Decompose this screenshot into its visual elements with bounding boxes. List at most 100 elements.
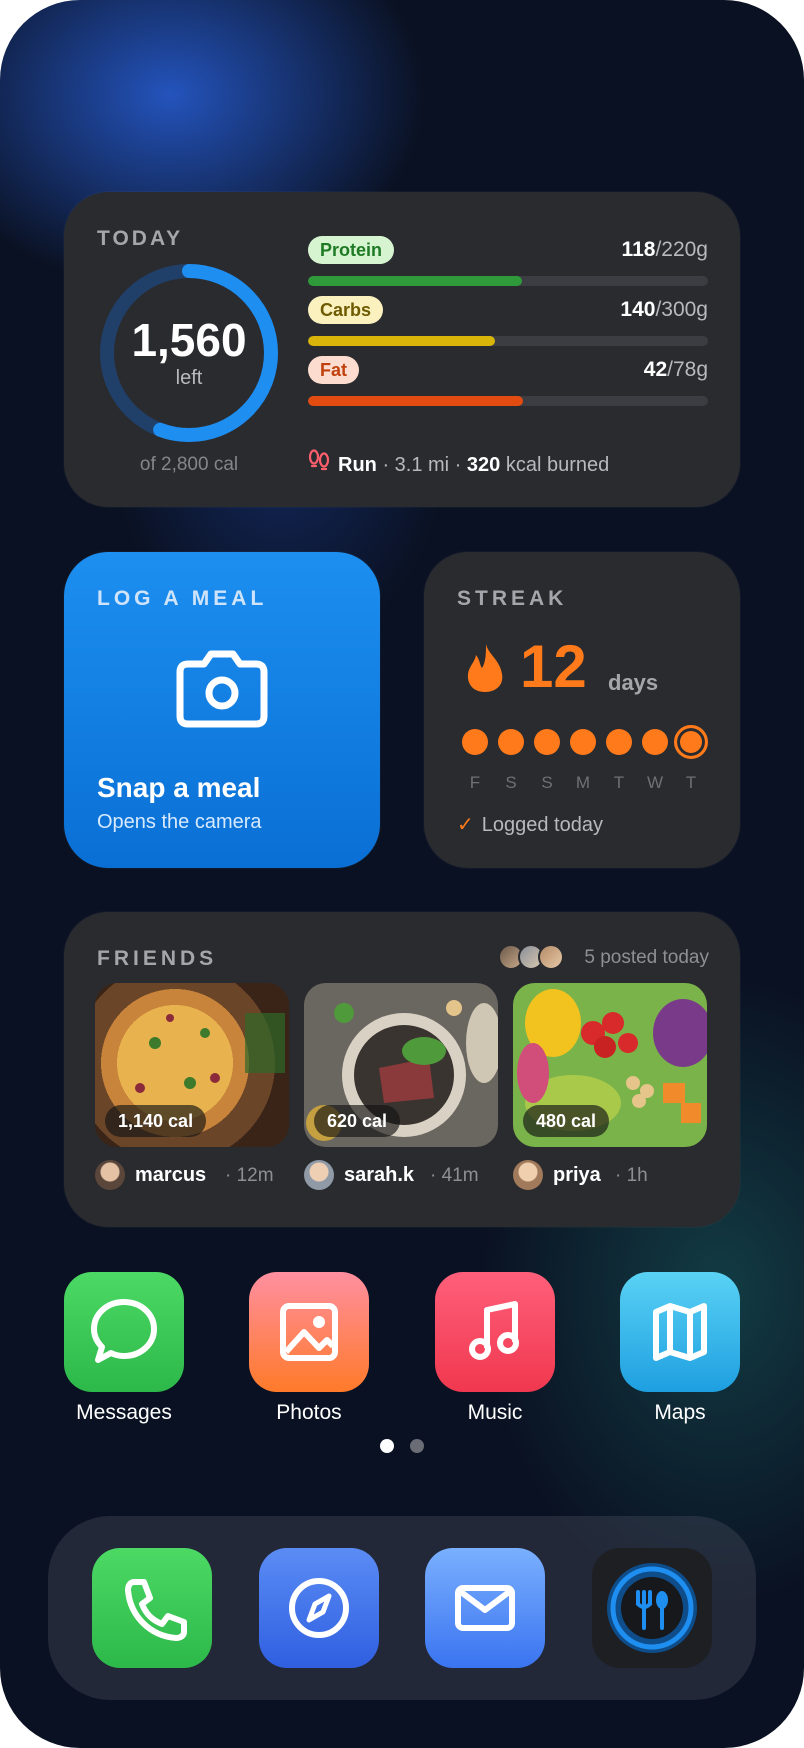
streak-day-label: S [541,773,553,792]
camera-icon [174,650,270,733]
streak-day-label: S [505,773,517,792]
streak-day-label: T [685,773,697,792]
macro-amount: 118/220g [621,238,708,261]
food-photo-pizza[interactable]: 1,140 cal [95,983,289,1147]
avatar [95,1160,125,1190]
friend-post-meta[interactable]: sarah.k · 41m [304,1160,498,1192]
macro-protein: Protein 118/220g [308,236,708,286]
app-label: Maps [654,1401,706,1424]
music-note-icon [469,1301,519,1360]
friend-post-time: · 1h [615,1165,648,1186]
macro-progress-fill [308,396,524,406]
streak-day-dot [462,729,488,755]
macro-progress-track [308,276,708,286]
friend-username: marcus [135,1164,207,1186]
streak-day-dot [606,729,632,755]
streak-label: STREAK [457,587,568,610]
streak-week: F S S M T W T [462,725,712,799]
calories-left-label: left [175,367,203,389]
macro-pill: Protein [308,236,395,264]
streak-day-label: F [469,773,481,792]
footprints-icon [308,449,330,482]
activity-name: Run [338,453,377,476]
friend-username: sarah.k [344,1164,415,1186]
messages-app-icon[interactable] [64,1272,184,1392]
phone-app-icon[interactable] [92,1548,212,1668]
streak-day-dot [498,729,524,755]
phone-icon [125,1579,187,1641]
mail-app-icon[interactable] [425,1548,545,1668]
friend-username: priya [553,1164,601,1186]
home-screen: TODAY 1,560 left of 2,800 cal Protein 11… [0,0,804,1748]
app-label: Music [467,1401,523,1424]
calorie-ring: 1,560 left [95,259,283,447]
maps-app-icon[interactable] [620,1272,740,1392]
friends-avatar-stack [498,944,566,970]
today-widget-label: TODAY [97,227,184,250]
macro-progress-track [308,396,708,406]
snap-meal-title: Snap a meal [97,772,261,803]
calorie-goal: of 2,800 cal [139,454,239,475]
friend-post-time: · 12m [225,1165,274,1186]
photo-icon [280,1303,338,1361]
food-tracker-app-icon[interactable] [592,1548,712,1668]
streak-day-dot [642,729,668,755]
map-icon [653,1303,707,1361]
streak-widget[interactable]: STREAK 12 days F S S M T W T ✓ Logged tod… [424,552,740,868]
food-photo-salad[interactable]: 480 cal [513,983,707,1147]
macro-progress-track [308,336,708,346]
mail-icon [455,1585,515,1631]
friend-post-meta[interactable]: marcus · 12m [95,1160,289,1192]
streak-day-label: T [613,773,625,792]
macro-progress-fill [308,336,495,346]
app-label: Photos [276,1401,342,1424]
log-meal-widget[interactable]: LOG A MEAL Snap a meal Opens the camera [64,552,380,868]
food-photo-steak[interactable]: 620 cal [304,983,498,1147]
macro-pill: Carbs [308,296,384,324]
macro-pill: Fat [308,356,359,384]
streak-day-dot [570,729,596,755]
streak-today-dot [674,725,708,759]
page-indicator-dot-active[interactable] [380,1439,394,1453]
activity-suffix: kcal burned [500,453,610,476]
friends-widget[interactable]: FRIENDS 5 posted today 1,140 cal 620 cal… [64,912,740,1227]
macro-amount: 140/300g [620,298,708,321]
page-indicator-dot[interactable] [410,1439,424,1453]
friends-posted-count: 5 posted today [584,947,709,968]
calories-left-value: 1,560 [131,314,247,366]
macro-progress-fill [308,276,523,286]
log-meal-label: LOG A MEAL [97,587,268,610]
photos-app-icon[interactable] [249,1272,369,1392]
food-calories-badge: 480 cal [523,1105,610,1137]
food-calories-badge: 1,140 cal [105,1105,207,1137]
activity-summary: Run · 3.1 mi · 320 kcal burned [308,449,728,479]
activity-distance: · 3.1 mi · [376,453,467,476]
streak-day-label: M [575,773,591,792]
activity-kcal: 320 [466,453,501,476]
streak-status: ✓ Logged today [457,814,603,836]
safari-app-icon[interactable] [259,1548,379,1668]
message-bubble-icon [91,1299,157,1363]
fork-spoon-icon [607,1563,697,1653]
macro-carbs: Carbs 140/300g [308,296,708,346]
streak-day-dot [534,729,560,755]
macro-fat: Fat 42/78g [308,356,708,406]
avatar [513,1160,543,1190]
flame-icon [464,642,506,699]
avatar [538,944,564,970]
today-widget[interactable]: TODAY 1,560 left of 2,800 cal Protein 11… [64,192,740,507]
friend-post-meta[interactable]: priya · 1h [513,1160,707,1192]
streak-day-label: W [646,773,664,792]
app-label: Messages [76,1401,172,1424]
streak-count: 12 [520,633,587,700]
friend-post-time: · 41m [430,1165,479,1186]
friends-label: FRIENDS [97,947,218,970]
music-app-icon[interactable] [435,1272,555,1392]
avatar [304,1160,334,1190]
snap-meal-subtitle: Opens the camera [97,811,262,833]
food-calories-badge: 620 cal [314,1105,401,1137]
streak-unit: days [608,670,659,695]
macro-amount: 42/78g [643,358,708,381]
checkmark-icon: ✓ [457,814,474,836]
compass-icon [289,1578,349,1638]
